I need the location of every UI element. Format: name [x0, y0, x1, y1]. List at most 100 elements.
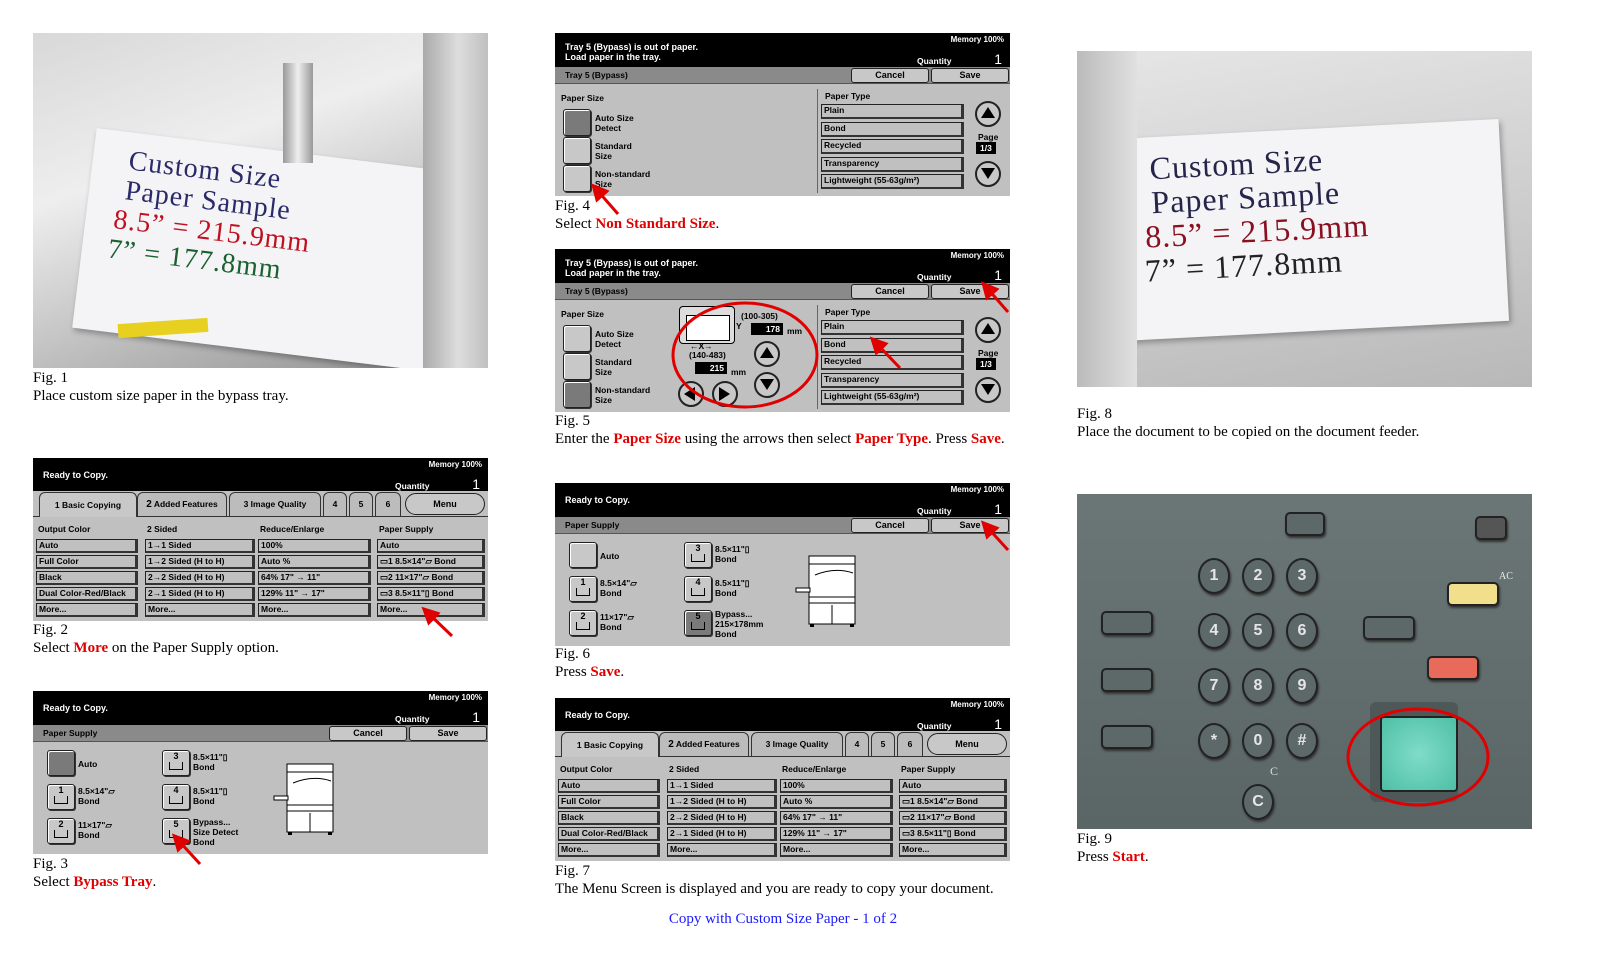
- size-option-button[interactable]: [563, 325, 591, 352]
- tray-5-button[interactable]: 5: [684, 610, 712, 636]
- fig7-panel-option[interactable]: 64% 17" → 11": [780, 811, 893, 825]
- tab-6[interactable]: 6: [897, 732, 923, 757]
- size-option-button[interactable]: [563, 381, 591, 408]
- fig5-panel-save-button[interactable]: Save: [931, 284, 1009, 299]
- fig2-panel-option[interactable]: More...: [258, 603, 371, 617]
- tab-2[interactable]: 2 Added Features: [137, 492, 227, 517]
- fig5-panel-x-select-button[interactable]: [678, 381, 704, 407]
- fig5-panel-page-down-button[interactable]: [975, 377, 1001, 403]
- paper-type-option[interactable]: Recycled: [821, 355, 964, 370]
- keypad-#-button[interactable]: #: [1286, 723, 1318, 759]
- fig7-panel-option[interactable]: Auto: [558, 779, 660, 793]
- fig2-panel-menu-button[interactable]: Menu: [405, 493, 485, 515]
- fig7-panel-option[interactable]: Auto %: [780, 795, 893, 809]
- tab-1[interactable]: 1 Basic Copying: [39, 492, 137, 517]
- tab-5[interactable]: 5: [871, 732, 895, 757]
- paper-type-option[interactable]: Plain: [821, 104, 964, 119]
- help-button[interactable]: [1101, 725, 1153, 749]
- keypad-9-button[interactable]: 9: [1286, 668, 1318, 704]
- tray-1-button[interactable]: 1: [47, 784, 75, 810]
- fig2-panel-option[interactable]: ▭3 8.5×11"▯ Bond: [377, 587, 485, 601]
- fig7-panel-menu-button[interactable]: Menu: [927, 733, 1007, 755]
- fig2-panel-option[interactable]: Dual Color-Red/Black: [36, 587, 138, 601]
- access-button[interactable]: [1285, 512, 1325, 536]
- tray-3-button[interactable]: 3: [162, 750, 190, 776]
- fig2-panel-option[interactable]: 2→2 Sided (H to H): [145, 571, 255, 585]
- paper-type-option[interactable]: Transparency: [821, 156, 964, 172]
- paper-type-option[interactable]: Transparency: [821, 372, 964, 388]
- fig2-panel-option[interactable]: Auto: [36, 539, 138, 553]
- fig7-panel-option[interactable]: 129% 11" → 17": [780, 827, 893, 841]
- tray-auto-button[interactable]: [47, 750, 75, 776]
- fig7-panel-option[interactable]: Dual Color-Red/Black: [558, 827, 660, 841]
- tray-3-button[interactable]: 3: [684, 542, 712, 568]
- fig3-panel-cancel-button[interactable]: Cancel: [329, 726, 407, 741]
- fig5-panel-y-select-button[interactable]: [712, 381, 738, 407]
- fig7-panel-option[interactable]: ▭2 11×17"▱ Bond: [899, 811, 1007, 825]
- fig7-panel-option[interactable]: Auto: [899, 779, 1007, 793]
- fig5-panel-decrease-button[interactable]: [754, 372, 780, 398]
- paper-type-option[interactable]: Plain: [821, 320, 964, 335]
- keypad-4-button[interactable]: 4: [1198, 613, 1230, 649]
- tray-5-button[interactable]: 5: [162, 818, 190, 844]
- fig5-panel-cancel-button[interactable]: Cancel: [851, 284, 929, 299]
- all-clear-button[interactable]: [1447, 582, 1499, 606]
- energy-saver-button[interactable]: [1475, 516, 1507, 540]
- fig7-panel-option[interactable]: 2→1 Sided (H to H): [667, 827, 777, 841]
- tray-2-button[interactable]: 2: [569, 610, 597, 636]
- keypad-8-button[interactable]: 8: [1242, 668, 1274, 704]
- stop-button[interactable]: [1427, 656, 1479, 680]
- fig6-panel-save-button[interactable]: Save: [931, 518, 1009, 533]
- keypad-2-button[interactable]: 2: [1242, 558, 1274, 594]
- fig2-panel-option[interactable]: ▭2 11×17"▱ Bond: [377, 571, 485, 585]
- paper-type-option[interactable]: Recycled: [821, 139, 964, 154]
- clear-button[interactable]: C: [1242, 784, 1274, 820]
- keypad-7-button[interactable]: 7: [1198, 668, 1230, 704]
- keypad-*-button[interactable]: *: [1198, 723, 1230, 759]
- tray-4-button[interactable]: 4: [162, 784, 190, 810]
- fig2-panel-option[interactable]: 2→1 Sided (H to H): [145, 587, 255, 601]
- start-button[interactable]: [1380, 716, 1458, 792]
- fig4-panel-page-down-button[interactable]: [975, 161, 1001, 187]
- paper-type-option[interactable]: Bond: [821, 337, 964, 353]
- machine-status-button[interactable]: [1101, 668, 1153, 692]
- tray-auto-button[interactable]: [569, 542, 597, 568]
- fig2-panel-option[interactable]: Full Color: [36, 555, 138, 569]
- tray-2-button[interactable]: 2: [47, 818, 75, 844]
- size-option-button[interactable]: [563, 109, 591, 136]
- fig4-panel-cancel-button[interactable]: Cancel: [851, 68, 929, 83]
- size-option-button[interactable]: [563, 353, 591, 380]
- fig2-panel-option[interactable]: More...: [145, 603, 255, 617]
- paper-type-option[interactable]: Bond: [821, 121, 964, 137]
- fig7-panel-option[interactable]: Full Color: [558, 795, 660, 809]
- fig5-panel-increase-button[interactable]: [754, 341, 780, 367]
- tab-4[interactable]: 4: [323, 492, 347, 517]
- keypad-5-button[interactable]: 5: [1242, 613, 1274, 649]
- fig4-panel-page-up-button[interactable]: [975, 101, 1001, 127]
- fig4-panel-save-button[interactable]: Save: [931, 68, 1009, 83]
- fig2-panel-option[interactable]: 64% 17" → 11": [258, 571, 371, 585]
- fig2-panel-option[interactable]: 100%: [258, 539, 371, 553]
- fig5-panel-y-value[interactable]: 178: [751, 323, 783, 335]
- fig2-panel-option[interactable]: More...: [36, 603, 138, 617]
- fig7-panel-option[interactable]: 1→2 Sided (H to H): [667, 795, 777, 809]
- size-option-button[interactable]: [563, 137, 591, 164]
- fig7-panel-option[interactable]: 2→2 Sided (H to H): [667, 811, 777, 825]
- fig2-panel-option[interactable]: Auto %: [258, 555, 371, 569]
- tray-1-button[interactable]: 1: [569, 576, 597, 602]
- paper-type-option[interactable]: Lightweight (55-63g/m²): [821, 174, 964, 189]
- keypad-3-button[interactable]: 3: [1286, 558, 1318, 594]
- fig2-panel-option[interactable]: 129% 11" → 17": [258, 587, 371, 601]
- fig7-panel-option[interactable]: 100%: [780, 779, 893, 793]
- fig2-panel-option[interactable]: 1→2 Sided (H to H): [145, 555, 255, 569]
- fig7-panel-option[interactable]: More...: [899, 843, 1007, 857]
- fig7-panel-option[interactable]: More...: [558, 843, 660, 857]
- fig2-panel-option[interactable]: 1→1 Sided: [145, 539, 255, 553]
- size-option-button[interactable]: [563, 165, 591, 192]
- fig2-panel-option[interactable]: More...: [377, 603, 485, 617]
- fig2-panel-option[interactable]: ▭1 8.5×14"▱ Bond: [377, 555, 485, 569]
- fig7-panel-option[interactable]: More...: [780, 843, 893, 857]
- fig6-panel-cancel-button[interactable]: Cancel: [851, 518, 929, 533]
- tab-2[interactable]: 2 Added Features: [659, 732, 749, 757]
- tab-5[interactable]: 5: [349, 492, 373, 517]
